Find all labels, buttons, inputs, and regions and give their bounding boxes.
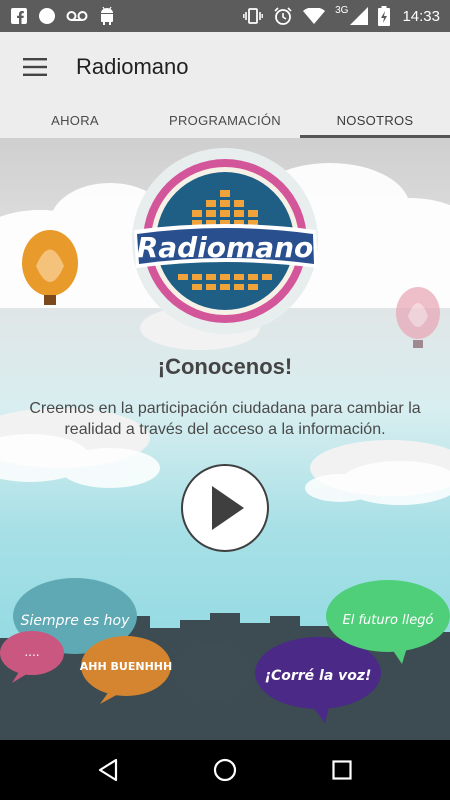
status-left-icons	[10, 6, 116, 26]
menu-button[interactable]	[0, 32, 70, 102]
tab-programacion[interactable]: PROGRAMACIÓN	[150, 102, 300, 138]
tab-ahora[interactable]: AHORA	[0, 102, 150, 138]
android-icon	[98, 6, 116, 26]
facebook-icon	[10, 7, 28, 25]
page-heading: ¡Conocenos!	[157, 354, 293, 379]
tab-bar: AHORA PROGRAMACIÓN NOSOTROS	[0, 102, 450, 138]
alarm-icon	[273, 6, 293, 26]
app-bar: Radiomano	[0, 32, 450, 102]
bubble-futuro-text: El futuro llegó	[343, 613, 434, 628]
logo-text: Radiomano	[137, 231, 314, 264]
status-bar: 3G 14:33	[0, 0, 450, 32]
nav-back-button[interactable]	[83, 745, 133, 795]
about-description: Creemos en la participación ciudadana pa…	[29, 400, 421, 438]
voicemail-icon	[66, 9, 88, 23]
circle-notification-icon	[38, 7, 56, 25]
wifi-icon	[303, 8, 326, 24]
battery-charging-icon	[378, 6, 391, 26]
home-icon	[213, 758, 237, 782]
radiomano-logo: Radiomano	[132, 148, 318, 334]
hamburger-menu-icon	[23, 58, 47, 76]
signal-icon	[350, 7, 369, 25]
vibrate-icon	[243, 7, 264, 25]
right-balloon	[396, 287, 440, 348]
back-icon	[99, 758, 118, 782]
bubble-corre-text: ¡Corré la voz!	[265, 668, 372, 684]
bubble-dots-text: ....	[24, 645, 39, 659]
nav-home-button[interactable]	[200, 745, 250, 795]
system-nav-bar	[0, 740, 450, 800]
bubble-siempre-text: Siempre es hoy	[21, 613, 131, 629]
play-icon	[212, 486, 244, 530]
nosotros-content: Radiomano Siempre es hoy .... AHH BUENHH…	[0, 138, 450, 740]
recents-icon	[332, 760, 352, 780]
app-title: Radiomano	[76, 54, 189, 79]
bubble-ahh-text: AHH BUENHHH	[80, 660, 172, 673]
status-time: 14:33	[402, 7, 440, 25]
status-right-icons: 3G 14:33	[243, 4, 440, 26]
tab-nosotros[interactable]: NOSOTROS	[300, 102, 450, 138]
bubble-dark	[172, 644, 252, 700]
nav-recents-button[interactable]	[317, 745, 367, 795]
play-button[interactable]	[181, 464, 269, 552]
network-type-label: 3G	[335, 4, 349, 16]
